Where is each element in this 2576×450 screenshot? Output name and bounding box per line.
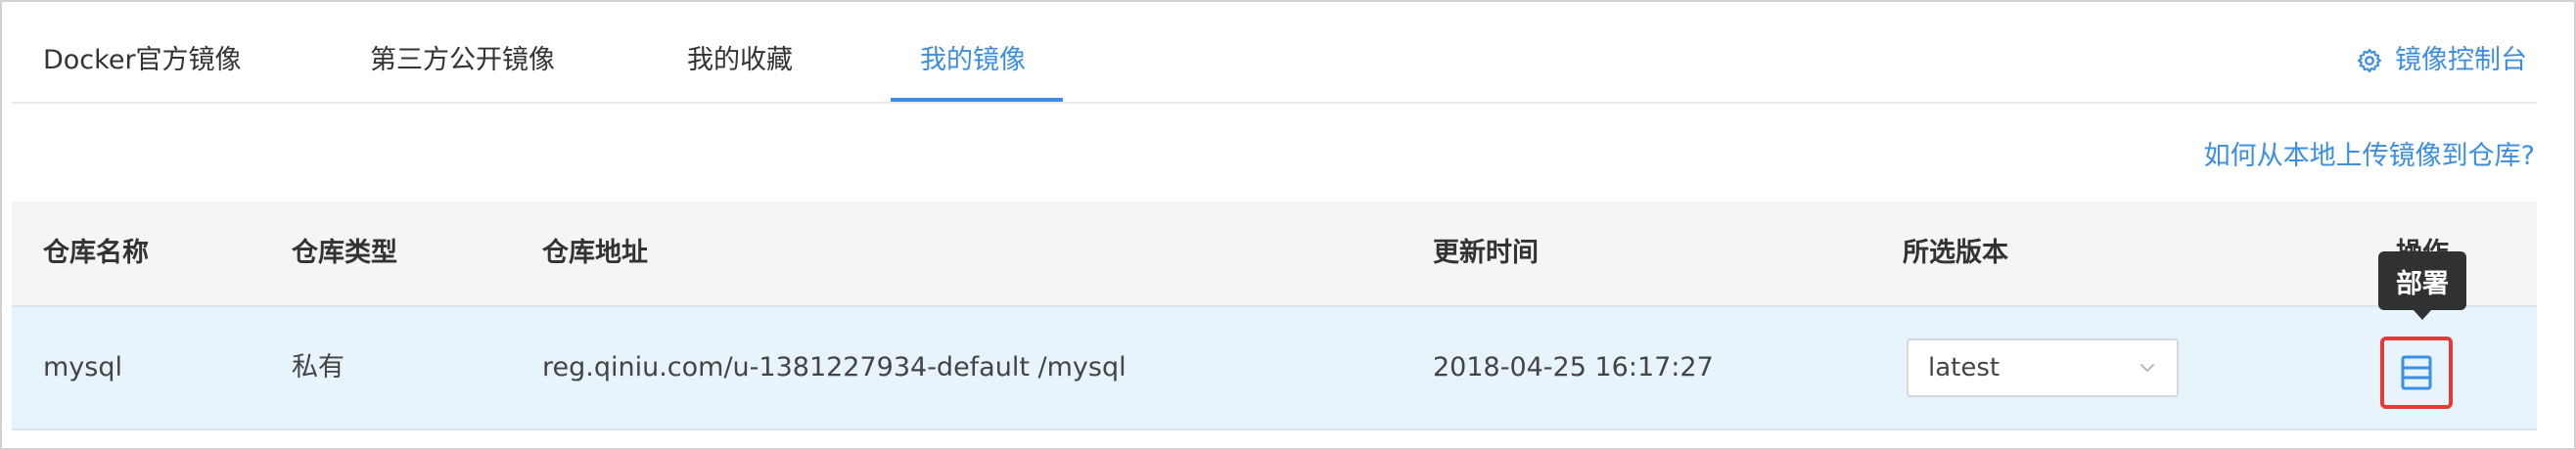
repo-type: 私有: [292, 352, 345, 382]
deploy-icon: [2401, 355, 2432, 390]
mirror-console-link[interactable]: 镜像控制台: [2356, 41, 2527, 80]
mirror-panel: Docker官方镜像 第三方公开镜像 我的收藏 我的镜像 镜像控制台 如何从本地…: [0, 0, 2576, 450]
tab-third-party-public[interactable]: 第三方公开镜像: [370, 41, 555, 80]
column-header-type: 仓库类型: [292, 238, 397, 268]
deploy-tooltip: 部署: [2378, 251, 2466, 320]
repo-address: reg.qiniu.com/u-1381227934-default /mysq…: [542, 352, 1127, 382]
tab-docker-official[interactable]: Docker官方镜像: [43, 41, 242, 80]
column-header-updated: 更新时间: [1433, 238, 1539, 268]
tab-bar: Docker官方镜像 第三方公开镜像 我的收藏 我的镜像 镜像控制台: [12, 2, 2537, 104]
column-header-version: 所选版本: [1903, 238, 2008, 268]
column-header-address: 仓库地址: [542, 238, 648, 268]
table-header: 仓库名称 仓库类型 仓库地址 更新时间 所选版本 操作: [12, 202, 2537, 305]
table-row: mysql 私有 reg.qiniu.com/u-1381227934-defa…: [12, 305, 2537, 430]
repo-name: mysql: [43, 352, 122, 382]
repo-updated-time: 2018-04-25 16:17:27: [1433, 352, 1714, 382]
version-select[interactable]: latest: [1907, 338, 2179, 397]
gear-icon: [2357, 48, 2382, 73]
tab-my-mirrors[interactable]: 我的镜像: [920, 41, 1026, 80]
tab-my-favorites[interactable]: 我的收藏: [687, 41, 793, 80]
upload-help-link[interactable]: 如何从本地上传镜像到仓库?: [2204, 137, 2535, 176]
deploy-button[interactable]: [2380, 337, 2453, 409]
active-tab-indicator: [891, 98, 1063, 102]
column-header-name: 仓库名称: [43, 238, 149, 268]
version-select-value: latest: [1928, 353, 2001, 382]
mirror-console-label: 镜像控制台: [2395, 45, 2527, 75]
chevron-down-icon: [2140, 364, 2154, 372]
